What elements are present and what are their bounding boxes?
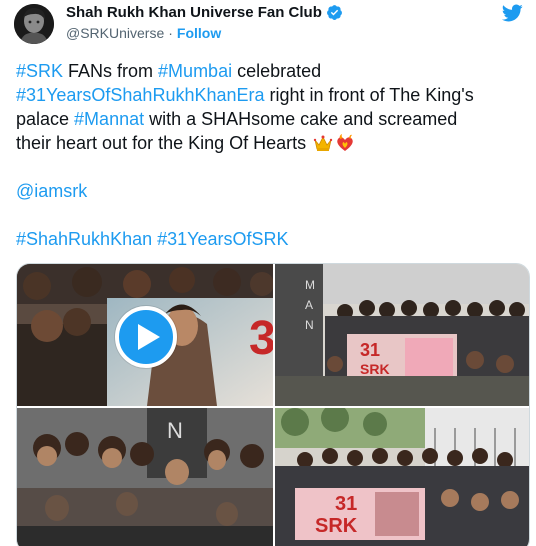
tweet-text-span: palace: [16, 109, 75, 129]
author-handle-row: @SRKUniverse · Follow: [66, 25, 221, 41]
tweet-card: Shah Rukh Khan Universe Fan Club @SRKUni…: [0, 0, 536, 546]
tweet-line-3: palace #Mannat with a SHAHsome cake and …: [16, 107, 526, 131]
svg-text:M: M: [305, 278, 315, 292]
media-photo[interactable]: 31 SRK: [275, 408, 529, 546]
separator-dot: ·: [168, 25, 173, 41]
verified-badge-icon: [326, 4, 343, 21]
svg-text:SRK: SRK: [360, 361, 390, 377]
media-photo[interactable]: N: [17, 408, 273, 546]
tweet-text-span: right in front of The King's: [264, 85, 474, 105]
tweet-text-span: celebrated: [232, 61, 322, 81]
svg-text:N: N: [305, 318, 314, 332]
tweet-line-4: their heart out for the King Of Hearts: [16, 131, 526, 155]
tweet-line-2: #31YearsOfShahRukhKhanEra right in front…: [16, 83, 526, 107]
hashtag-link[interactable]: #31YearsOfShahRukhKhanEra: [16, 85, 265, 105]
play-icon: [137, 324, 160, 350]
media-photo[interactable]: M A N 31 SRK: [275, 264, 529, 406]
mention-link[interactable]: @iamsrk: [16, 181, 87, 201]
poster-number: 31: [249, 312, 273, 365]
heart-on-fire-emoji: [335, 134, 355, 152]
svg-text:N: N: [167, 418, 183, 443]
hashtag-link[interactable]: #31YearsOfSRK: [157, 229, 288, 249]
hashtag-link[interactable]: #ShahRukhKhan: [16, 229, 152, 249]
svg-text:A: A: [305, 298, 313, 312]
video-thumbnail[interactable]: 31: [17, 264, 273, 406]
follow-button[interactable]: Follow: [177, 25, 221, 41]
author-name-row: Shah Rukh Khan Universe Fan Club: [66, 4, 343, 21]
media-grid: 31 M A N: [16, 263, 530, 546]
tweet-line-1: #SRK FANs from #Mumbai celebrated: [16, 59, 526, 83]
hashtag-link[interactable]: #Mannat: [74, 109, 144, 129]
author-display-name[interactable]: Shah Rukh Khan Universe Fan Club: [66, 4, 322, 21]
twitter-bird-icon[interactable]: [500, 2, 524, 24]
tweet-text-span: with a SHAHsome cake and screamed: [144, 109, 458, 129]
svg-text:31: 31: [335, 493, 357, 515]
hashtag-link[interactable]: #Mumbai: [158, 61, 232, 81]
svg-text:31: 31: [360, 340, 380, 360]
avatar[interactable]: [14, 4, 54, 44]
hashtag-link[interactable]: #SRK: [16, 61, 63, 81]
tweet-hashtags-line: #ShahRukhKhan #31YearsOfSRK: [16, 227, 526, 251]
author-handle[interactable]: @SRKUniverse: [66, 25, 164, 41]
tweet-text: #SRK FANs from #Mumbai celebrated #31Yea…: [16, 59, 526, 251]
tweet-mention-line: @iamsrk: [16, 179, 526, 203]
play-button[interactable]: [115, 306, 177, 368]
tweet-text-span: FANs from: [63, 61, 159, 81]
tweet-text-span: their heart out for the King Of Hearts: [16, 133, 307, 153]
crown-emoji: [313, 134, 333, 152]
svg-text:SRK: SRK: [315, 515, 358, 537]
